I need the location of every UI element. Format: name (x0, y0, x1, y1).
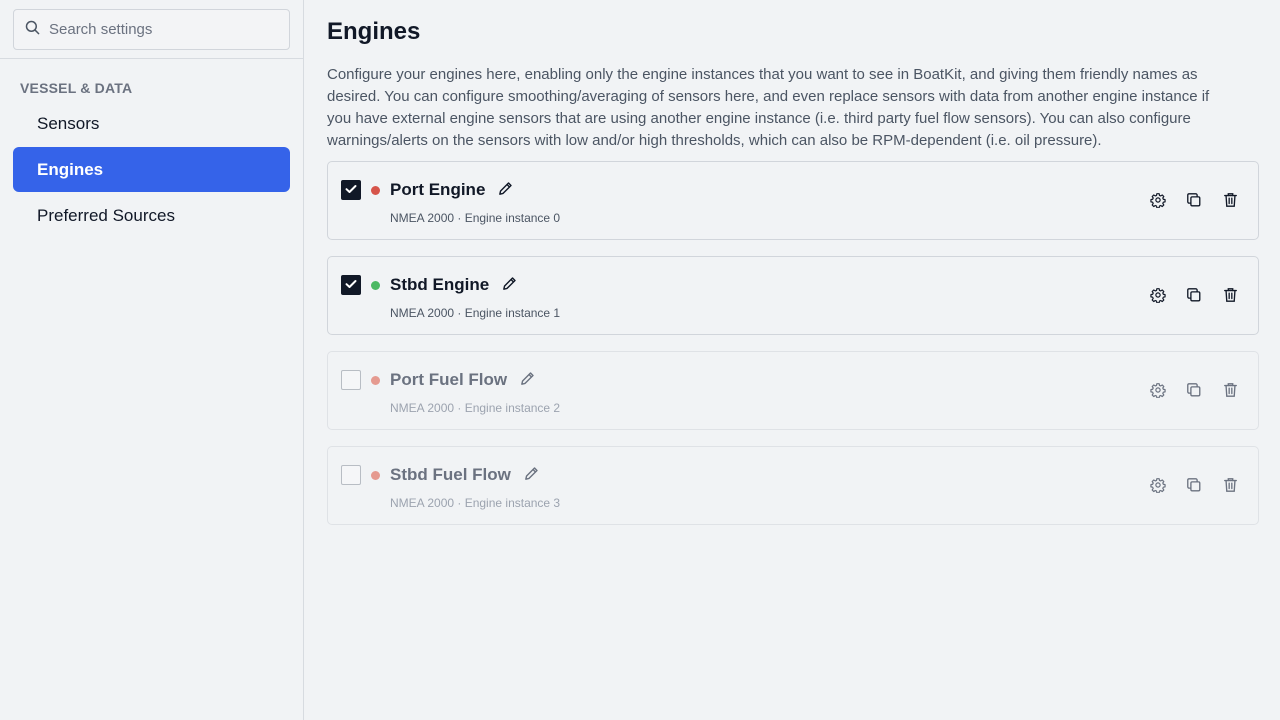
copy-icon[interactable] (1185, 475, 1203, 495)
engine-list: Port Engine NMEA 2000 · Engine instance … (327, 161, 1259, 525)
trash-icon[interactable] (1221, 285, 1239, 305)
status-dot (371, 471, 380, 480)
engine-name: Port Fuel Flow (390, 370, 536, 390)
sidebar-nav: Sensors Engines Preferred Sources (0, 101, 303, 238)
settings-app: VESSEL & DATA Sensors Engines Preferred … (0, 0, 1280, 720)
page-description: Configure your engines here, enabling on… (327, 66, 1210, 149)
pencil-icon[interactable] (519, 370, 536, 387)
section-heading-vessel-data: VESSEL & DATA (20, 80, 133, 96)
engine-actions (1149, 475, 1239, 495)
search-icon (25, 20, 40, 40)
engine-actions (1149, 190, 1239, 210)
copy-icon[interactable] (1185, 285, 1203, 305)
pencil-icon[interactable] (523, 465, 540, 482)
copy-icon[interactable] (1185, 380, 1203, 400)
engine-actions (1149, 380, 1239, 400)
trash-icon[interactable] (1221, 380, 1239, 400)
engine-name-label: Port Fuel Flow (390, 370, 508, 389)
check-icon (345, 181, 357, 199)
main-content: Engines Configure your engines here, ena… (304, 0, 1280, 720)
engine-card-stbd-fuel-flow: Stbd Fuel Flow NMEA 2000 · Engine instan… (327, 446, 1259, 525)
engine-enabled-checkbox[interactable] (341, 370, 361, 390)
gear-icon[interactable] (1149, 475, 1167, 495)
trash-icon[interactable] (1221, 190, 1239, 210)
engine-actions (1149, 285, 1239, 305)
search-input[interactable] (49, 21, 269, 38)
status-dot (371, 186, 380, 195)
engine-subtitle: NMEA 2000 · Engine instance 3 (390, 496, 561, 510)
page-title: Engines (327, 18, 421, 45)
copy-icon[interactable] (1185, 190, 1203, 210)
engine-card-port-engine: Port Engine NMEA 2000 · Engine instance … (327, 161, 1259, 240)
sidebar-item-engines[interactable]: Engines (13, 147, 290, 192)
engine-enabled-checkbox[interactable] (341, 275, 361, 295)
engine-name-label: Stbd Fuel Flow (390, 465, 511, 484)
engine-card-stbd-engine: Stbd Engine NMEA 2000 · Engine instance … (327, 256, 1259, 335)
engine-subtitle: NMEA 2000 · Engine instance 1 (390, 306, 561, 320)
engine-enabled-checkbox[interactable] (341, 465, 361, 485)
engine-subtitle: NMEA 2000 · Engine instance 0 (390, 211, 561, 225)
trash-icon[interactable] (1221, 475, 1239, 495)
engine-enabled-checkbox[interactable] (341, 180, 361, 200)
sidebar-item-sensors[interactable]: Sensors (13, 101, 290, 146)
engine-subtitle: NMEA 2000 · Engine instance 2 (390, 401, 561, 415)
gear-icon[interactable] (1149, 190, 1167, 210)
search-box[interactable] (13, 9, 290, 50)
gear-icon[interactable] (1149, 285, 1167, 305)
search-container (0, 0, 303, 59)
status-dot (371, 281, 380, 290)
pencil-icon[interactable] (497, 180, 514, 197)
status-dot (371, 376, 380, 385)
engine-name: Stbd Engine (390, 275, 518, 295)
gear-icon[interactable] (1149, 380, 1167, 400)
engine-name-label: Stbd Engine (390, 275, 490, 294)
sidebar-item-preferred-sources[interactable]: Preferred Sources (13, 193, 290, 238)
engine-card-port-fuel-flow: Port Fuel Flow NMEA 2000 · Engine instan… (327, 351, 1259, 430)
sidebar: VESSEL & DATA Sensors Engines Preferred … (0, 0, 304, 720)
pencil-icon[interactable] (501, 275, 518, 292)
engine-name-label: Port Engine (390, 180, 486, 199)
check-icon (345, 276, 357, 294)
engine-name: Stbd Fuel Flow (390, 465, 540, 485)
engine-name: Port Engine (390, 180, 514, 200)
